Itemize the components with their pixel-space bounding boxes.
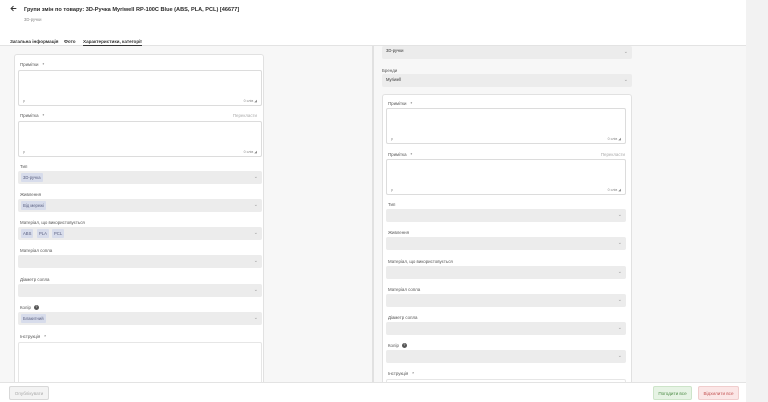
chevron-down-icon: ⌄ <box>253 258 258 264</box>
nozzle-diameter-select[interactable]: ⌄ <box>18 284 262 297</box>
brand-value: Myriwell <box>386 77 402 82</box>
power-label: Живлення <box>388 230 409 235</box>
nozzle-material-select[interactable]: ⌄ <box>18 255 262 268</box>
color-chip: Блакитний <box>21 314 46 323</box>
notes-textarea[interactable]: p 0 слів ◢ <box>386 108 626 144</box>
editor-path: p <box>23 150 25 154</box>
chevron-down-icon: ⌄ <box>617 297 622 303</box>
nozzle-material-label: Матеріал сопла <box>20 248 53 253</box>
nozzle-material-label: Матеріал сопла <box>388 287 421 292</box>
editor-path: p <box>23 99 25 103</box>
chevron-down-icon: ⌄ <box>617 240 622 246</box>
nozzle-material-select[interactable]: ⌄ <box>386 294 626 307</box>
type-select[interactable]: ⌄ <box>386 209 626 222</box>
nozzle-diameter-label: Діаметр сопла <box>20 277 50 282</box>
left-form-panel: Примітки * p 0 слів ◢ Примітка * Перекласт… <box>14 54 264 382</box>
chevron-down-icon: ⌄ <box>253 287 258 293</box>
color-select[interactable]: Блакитний ⌄ <box>18 312 262 325</box>
material-label: Матеріал, що використовується <box>388 259 453 264</box>
power-chip: Від мережі <box>21 201 46 210</box>
material-chip: PLA <box>37 229 49 238</box>
material-label: Матеріал, що використовується <box>20 220 85 225</box>
nozzle-diameter-label: Діаметр сопла <box>388 315 418 320</box>
right-form-panel: Примітки * p 0 слів ◢ Примітка * Перекласт… <box>382 94 632 382</box>
editor-path: p <box>391 137 393 141</box>
category-value: 3D-ручки <box>386 48 404 53</box>
tab-photo[interactable]: Фото <box>64 39 76 44</box>
footer-bar: Опублікувати Погодити все Відхилити все <box>0 382 746 402</box>
word-count: 0 слів ◢ <box>243 99 257 103</box>
chevron-down-icon: ⌄ <box>617 212 622 218</box>
instruction-textarea[interactable] <box>18 342 262 382</box>
chevron-down-icon: ⌄ <box>253 230 258 236</box>
material-select[interactable]: ⌄ <box>386 266 626 279</box>
help-icon[interactable]: ? <box>401 343 407 349</box>
chevron-down-icon: ⌄ <box>253 315 258 321</box>
instruction-label: Інструкція * <box>388 371 414 376</box>
power-label: Живлення <box>20 192 41 197</box>
accept-all-button[interactable]: Погодити все <box>653 386 692 400</box>
notice-textarea[interactable]: p 0 слів ◢ <box>386 159 626 195</box>
brand-label: Бренди <box>382 68 398 73</box>
nozzle-diameter-select[interactable]: ⌄ <box>386 322 626 335</box>
publish-button[interactable]: Опублікувати <box>9 386 49 400</box>
power-select[interactable]: ⌄ <box>386 237 626 250</box>
reject-all-button[interactable]: Відхилити все <box>698 386 739 400</box>
color-select[interactable]: ⌄ <box>386 350 626 363</box>
column-divider <box>372 46 374 382</box>
translate-link[interactable]: Перекласти <box>233 113 257 118</box>
tab-characteristics[interactable]: Характеристики, категорії <box>83 39 142 46</box>
page-header: Групи змін по товару: 3D-Ручка Myriwell … <box>0 0 746 30</box>
chevron-down-icon: ⌄ <box>623 49 628 55</box>
tab-bar: Загальна інформація Фото Характеристики,… <box>0 30 746 46</box>
page-subtitle: 3D-ручки <box>24 17 42 22</box>
material-select[interactable]: ABS PLA PCL ⌄ <box>18 227 262 240</box>
type-label: Тип <box>388 202 396 207</box>
notes-label: Примітки * <box>388 101 413 106</box>
chevron-down-icon: ⌄ <box>623 77 628 83</box>
help-icon[interactable]: ? <box>33 305 39 311</box>
color-label: Колір? <box>388 343 407 349</box>
power-select[interactable]: Від мережі ⌄ <box>18 199 262 212</box>
instruction-label: Інструкція * <box>20 334 46 339</box>
notice-textarea[interactable]: p 0 слів ◢ <box>18 121 262 157</box>
notes-textarea[interactable]: p 0 слів ◢ <box>18 70 262 106</box>
chevron-down-icon: ⌄ <box>617 269 622 275</box>
notice-label: Примітка * <box>20 113 45 118</box>
editor-path: p <box>391 188 393 192</box>
chevron-down-icon: ⌄ <box>617 325 622 331</box>
chevron-down-icon: ⌄ <box>617 353 622 359</box>
type-chip: 3D-ручка <box>21 173 43 182</box>
notice-label: Примітка * <box>388 152 413 157</box>
word-count: 0 слів ◢ <box>243 150 257 154</box>
word-count: 0 слів ◢ <box>607 137 621 141</box>
material-chip: PCL <box>52 229 65 238</box>
chevron-down-icon: ⌄ <box>253 202 258 208</box>
brand-select[interactable]: Myriwell ⌄ <box>382 74 632 87</box>
material-chip: ABS <box>21 229 34 238</box>
category-select[interactable]: 3D-ручки ⌄ <box>382 46 632 59</box>
notes-label: Примітки * <box>20 62 45 67</box>
page-title: Групи змін по товару: 3D-Ручка Myriwell … <box>24 7 240 13</box>
type-label: Тип <box>20 164 28 169</box>
type-select[interactable]: 3D-ручка ⌄ <box>18 171 262 184</box>
page-scrollbar[interactable] <box>746 0 768 402</box>
tab-general-info[interactable]: Загальна інформація <box>10 39 58 44</box>
chevron-down-icon: ⌄ <box>253 174 258 180</box>
translate-link[interactable]: Перекласти <box>601 152 625 157</box>
color-label: Колір? <box>20 305 39 311</box>
arrow-left-icon[interactable] <box>10 5 17 15</box>
word-count: 0 слів ◢ <box>607 188 621 192</box>
